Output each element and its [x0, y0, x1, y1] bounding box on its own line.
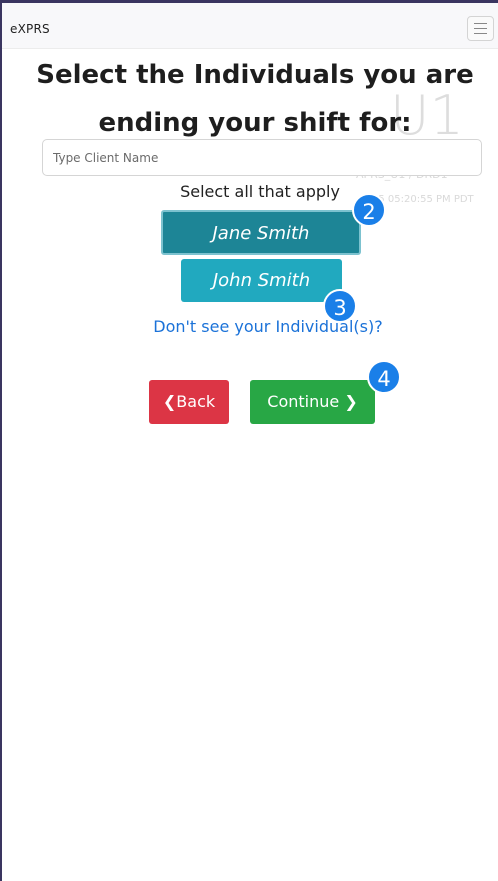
- hamburger-icon-bar: [474, 28, 487, 29]
- client-search-input[interactable]: [42, 139, 482, 176]
- window-frame-left: [0, 0, 2, 881]
- back-button[interactable]: ❮Back: [149, 380, 229, 424]
- step-marker-4: 4: [367, 360, 401, 394]
- page-title-line1: Select the Individuals you are: [36, 60, 474, 90]
- continue-label: Continue: [267, 392, 340, 411]
- navbar: eXPRS: [2, 3, 498, 49]
- client-button-jane-smith[interactable]: Jane Smith: [161, 210, 361, 255]
- hamburger-menu-button[interactable]: [467, 16, 494, 41]
- chevron-right-icon: ❯: [344, 392, 358, 411]
- step-marker-2: 2: [352, 193, 386, 227]
- client-button-john-smith[interactable]: John Smith: [181, 259, 342, 302]
- hamburger-icon-bar: [474, 33, 487, 34]
- missing-individual-link[interactable]: Don't see your Individual(s)?: [0, 317, 498, 336]
- brand-name[interactable]: eXPRS: [10, 22, 50, 36]
- instruction-text: Select all that apply: [180, 182, 340, 201]
- step-marker-3: 3: [323, 289, 357, 323]
- page-title-line2: ending your shift for:: [98, 108, 412, 138]
- chevron-left-icon: ❮: [162, 392, 177, 411]
- back-label: Back: [176, 392, 216, 411]
- continue-button[interactable]: Continue ❯: [250, 380, 375, 424]
- hamburger-icon: [474, 23, 487, 24]
